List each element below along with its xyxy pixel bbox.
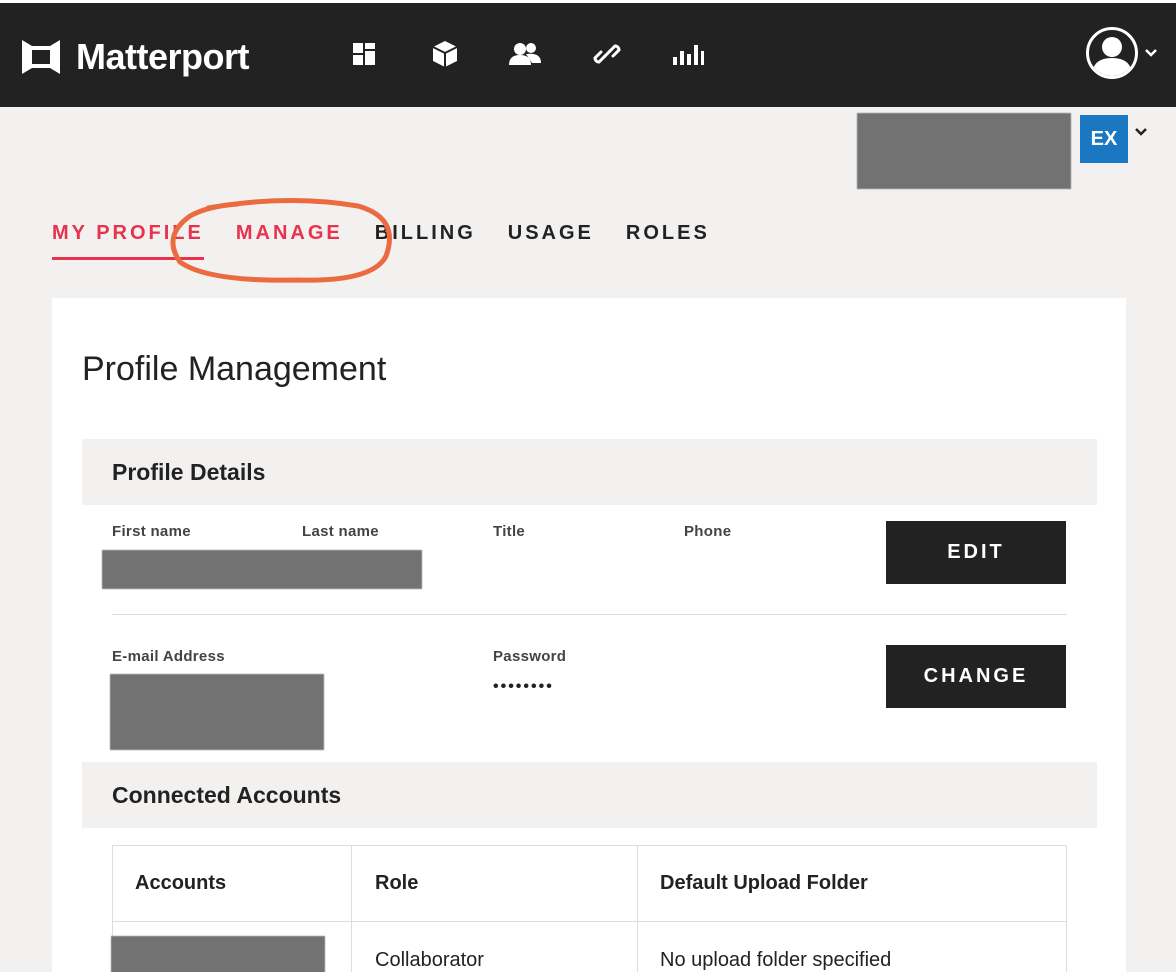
profile-card: Profile Management Profile Details First… (52, 298, 1126, 972)
first-name-label: First name (112, 523, 191, 540)
3d-cube-icon[interactable] (428, 37, 462, 71)
connected-accounts-heading: Connected Accounts (82, 762, 1097, 828)
change-password-button[interactable]: CHANGE (886, 645, 1066, 708)
edit-button[interactable]: EDIT (886, 521, 1066, 584)
redacted-email (110, 674, 324, 750)
password-label: Password (493, 648, 567, 665)
tab-usage[interactable]: USAGE (508, 222, 594, 260)
tab-roles[interactable]: ROLES (626, 222, 710, 260)
matterport-logo[interactable]: Matterport (18, 33, 250, 81)
last-name-label: Last name (302, 523, 379, 540)
redacted-account (111, 936, 325, 972)
redacted-name (102, 550, 422, 589)
column-header-accounts: Accounts (113, 846, 352, 921)
settings-tabs: MY PROFILE MANAGE BILLING USAGE ROLES (52, 222, 742, 260)
account-cell (111, 922, 352, 972)
password-value: •••••••• (493, 678, 554, 695)
column-header-role: Role (352, 846, 638, 921)
top-navbar: Matterport (0, 0, 1176, 107)
brand-name: Matterport (76, 36, 250, 77)
redacted-org-name (857, 113, 1071, 189)
profile-details-heading: Profile Details (82, 439, 1097, 505)
users-icon[interactable] (508, 37, 542, 71)
title-label: Title (493, 523, 526, 540)
user-avatar-icon (1086, 27, 1138, 79)
table-row: Collaborator No upload folder specified (111, 922, 1066, 972)
tab-billing[interactable]: BILLING (375, 222, 476, 260)
matterport-logo-icon (22, 40, 60, 74)
chevron-down-icon[interactable] (1134, 127, 1148, 137)
divider (112, 614, 1067, 615)
bar-chart-icon[interactable] (671, 37, 705, 71)
dashboard-icon[interactable] (347, 37, 381, 71)
tab-my-profile[interactable]: MY PROFILE (52, 222, 204, 260)
page-title: Profile Management (82, 350, 387, 388)
chevron-down-icon (1145, 49, 1157, 57)
upload-folder-cell: No upload folder specified (660, 949, 892, 971)
phone-label: Phone (684, 523, 732, 540)
table-header-row: Accounts Role Default Upload Folder (113, 846, 1066, 922)
connected-accounts-table: Accounts Role Default Upload Folder Coll… (111, 845, 1067, 972)
email-label: E-mail Address (112, 648, 225, 665)
org-badge[interactable]: EX (1080, 115, 1128, 163)
tab-manage[interactable]: MANAGE (236, 222, 343, 260)
link-icon[interactable] (590, 37, 624, 71)
role-cell: Collaborator (352, 922, 638, 972)
user-menu[interactable] (1086, 27, 1158, 79)
column-header-upload-folder: Default Upload Folder (660, 872, 868, 894)
